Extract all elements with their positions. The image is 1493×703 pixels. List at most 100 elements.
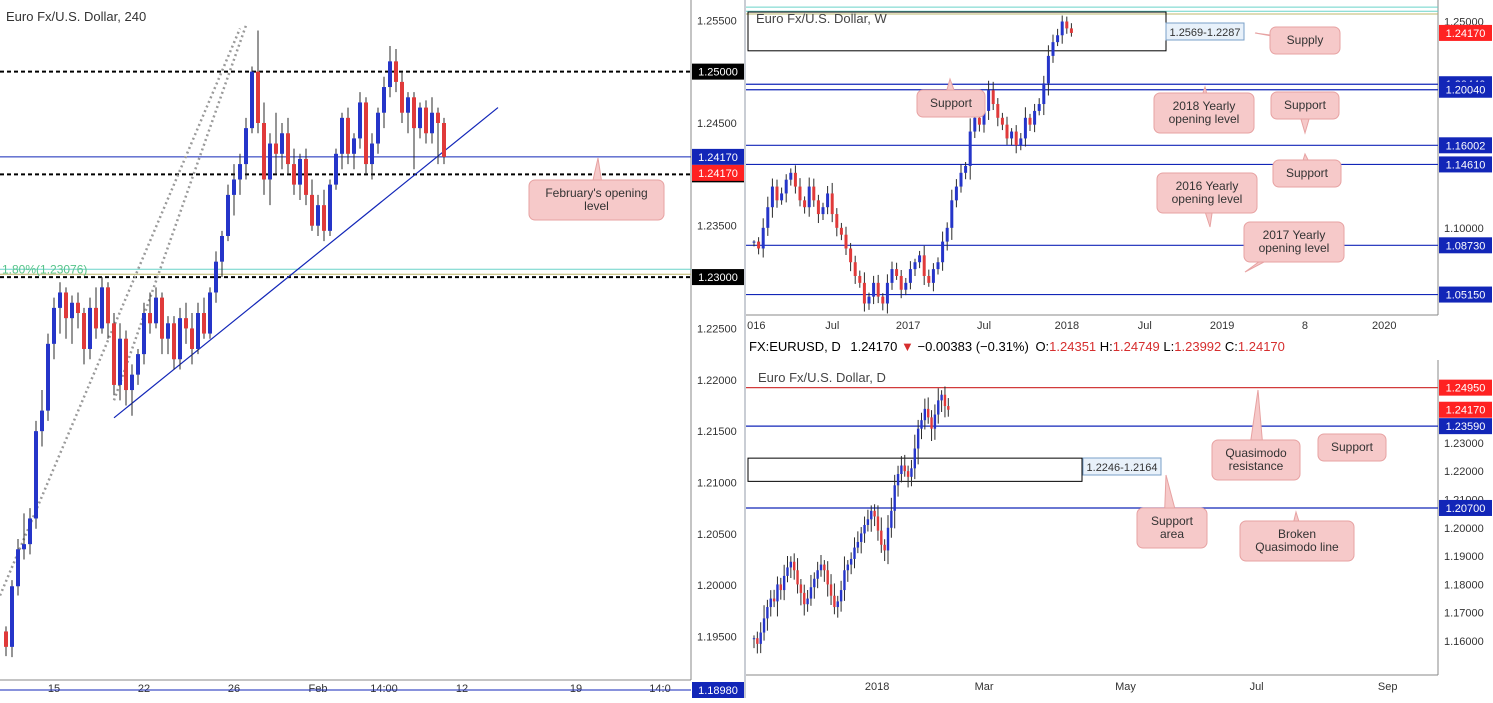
daily-chart-panel[interactable]: 1.230001.220001.210001.200001.190001.180… <box>746 360 1493 698</box>
weekly-candle <box>826 193 830 208</box>
h4-candle <box>322 205 326 231</box>
weekly-x-tick: 016 <box>747 320 765 332</box>
weekly-candle <box>780 193 784 201</box>
daily-candle <box>880 530 883 545</box>
weekly-candle <box>793 172 797 187</box>
h4-y-tick: 1.21000 <box>697 478 737 490</box>
weekly-chart-title: Euro Fx/U.S. Dollar, W <box>756 11 887 26</box>
h4-candle <box>10 586 14 647</box>
h4-candle <box>172 323 176 360</box>
h4-candle <box>286 133 290 165</box>
daily-candle <box>819 564 823 571</box>
h4-y-tick: 1.20000 <box>697 580 737 592</box>
h4-x-tick: 14:00 <box>370 683 398 695</box>
daily-candle <box>923 408 927 421</box>
daily-candle <box>853 547 856 559</box>
weekly-candle <box>752 241 756 243</box>
h4-y-tick: 1.25500 <box>697 15 737 27</box>
symbol-name[interactable]: FX:EURUSD <box>746 339 824 354</box>
daily-callout-support-area-text: area <box>1160 527 1184 541</box>
h4-candle <box>106 287 110 324</box>
h4-candle <box>256 71 260 123</box>
high-label: H: <box>1099 339 1113 354</box>
h4-candle <box>76 302 80 314</box>
weekly-candle <box>844 234 848 249</box>
h4-candle <box>202 313 206 334</box>
daily-candle <box>786 567 789 576</box>
h4-y-tick: 1.21500 <box>697 426 737 438</box>
h4-candle <box>436 112 440 123</box>
weekly-candle <box>876 282 880 297</box>
h4-candle <box>22 544 26 550</box>
h4-candle <box>160 297 164 339</box>
weekly-candle <box>757 241 761 249</box>
h4-candle <box>28 518 32 545</box>
weekly-last-price-tag: 1.24170 <box>1446 28 1486 40</box>
h4-y-tick: 1.20500 <box>697 529 737 541</box>
weekly-candle <box>1037 104 1041 111</box>
h4-candle <box>412 97 416 129</box>
daily-candle <box>866 519 870 525</box>
h4-candle <box>130 374 134 391</box>
weekly-candle <box>803 200 807 208</box>
weekly-candle <box>872 282 876 297</box>
daily-y-tick: 1.19000 <box>1444 551 1484 563</box>
symbol-header: FX:EURUSD, D 1.24170 ▼ −0.00383 (−0.31%)… <box>746 335 1493 359</box>
daily-candle <box>870 510 873 520</box>
daily-candle <box>873 510 876 517</box>
daily-background <box>746 360 1493 698</box>
daily-candle <box>890 510 893 528</box>
weekly-candle <box>996 104 1000 118</box>
daily-candle <box>849 558 853 565</box>
h4-candle <box>400 81 404 113</box>
weekly-zone-label: 1.2569-1.2287 <box>1170 27 1241 39</box>
daily-candle <box>860 533 863 542</box>
weekly-candle <box>821 207 825 215</box>
weekly-candle <box>899 275 903 290</box>
weekly-candle <box>1014 131 1018 146</box>
daily-candle <box>833 595 836 608</box>
daily-candle <box>906 471 910 477</box>
weekly-candle <box>1023 117 1027 139</box>
daily-candle <box>920 420 923 429</box>
weekly-chart-panel[interactable]: 1.25000 1.10000 016 Jul 2017 Jul 2018 Jul 2019 8 2… <box>746 0 1493 333</box>
daily-x-tick: May <box>1115 681 1136 693</box>
h4-chart-panel[interactable]: 1.25500 1.24500 1.23500 1.22500 1.22000 1.215… <box>0 0 744 698</box>
weekly-level-tag: 1.14610 <box>1446 159 1486 171</box>
h4-candle <box>328 184 332 231</box>
daily-candle <box>846 564 849 571</box>
daily-candle <box>789 561 793 568</box>
timeframe[interactable]: D <box>831 339 840 354</box>
weekly-callout-2017-open-text: opening level <box>1259 241 1330 255</box>
weekly-candle <box>835 214 839 228</box>
weekly-candle <box>1033 110 1037 125</box>
weekly-candle <box>968 131 972 166</box>
weekly-candle <box>959 172 963 187</box>
open-label: O: <box>1035 339 1050 354</box>
weekly-callout-support-text: Support <box>930 96 973 110</box>
daily-candle <box>913 448 916 469</box>
weekly-candle <box>1042 83 1046 105</box>
weekly-candle <box>881 296 885 304</box>
daily-candle <box>813 578 816 588</box>
h4-last-price-tag: 1.24170 <box>698 168 738 180</box>
daily-x-tick: Jul <box>1250 681 1264 693</box>
h4-candle <box>430 112 434 134</box>
daily-y-tick: 1.16000 <box>1444 636 1484 648</box>
h4-y-tick: 1.23500 <box>697 221 737 233</box>
daily-callout-broken-qm-text: Broken <box>1278 527 1316 541</box>
weekly-candle <box>853 262 857 276</box>
h4-candle <box>226 194 230 236</box>
change-value: −0.00383 (−0.31%) <box>917 339 1029 354</box>
weekly-candle <box>770 186 774 208</box>
weekly-candle <box>862 282 866 304</box>
daily-candle <box>943 394 947 407</box>
daily-candle <box>762 618 766 633</box>
weekly-callout-2016-open-text: opening level <box>1172 192 1243 206</box>
h4-level-tag: 1.18980 <box>698 685 738 697</box>
weekly-x-tick: Jul <box>1138 320 1152 332</box>
weekly-candle <box>895 269 899 276</box>
daily-y-tick: 1.20000 <box>1444 523 1484 535</box>
daily-candle <box>759 632 762 644</box>
weekly-callout-2016-open-text: 2016 Yearly <box>1176 179 1239 193</box>
